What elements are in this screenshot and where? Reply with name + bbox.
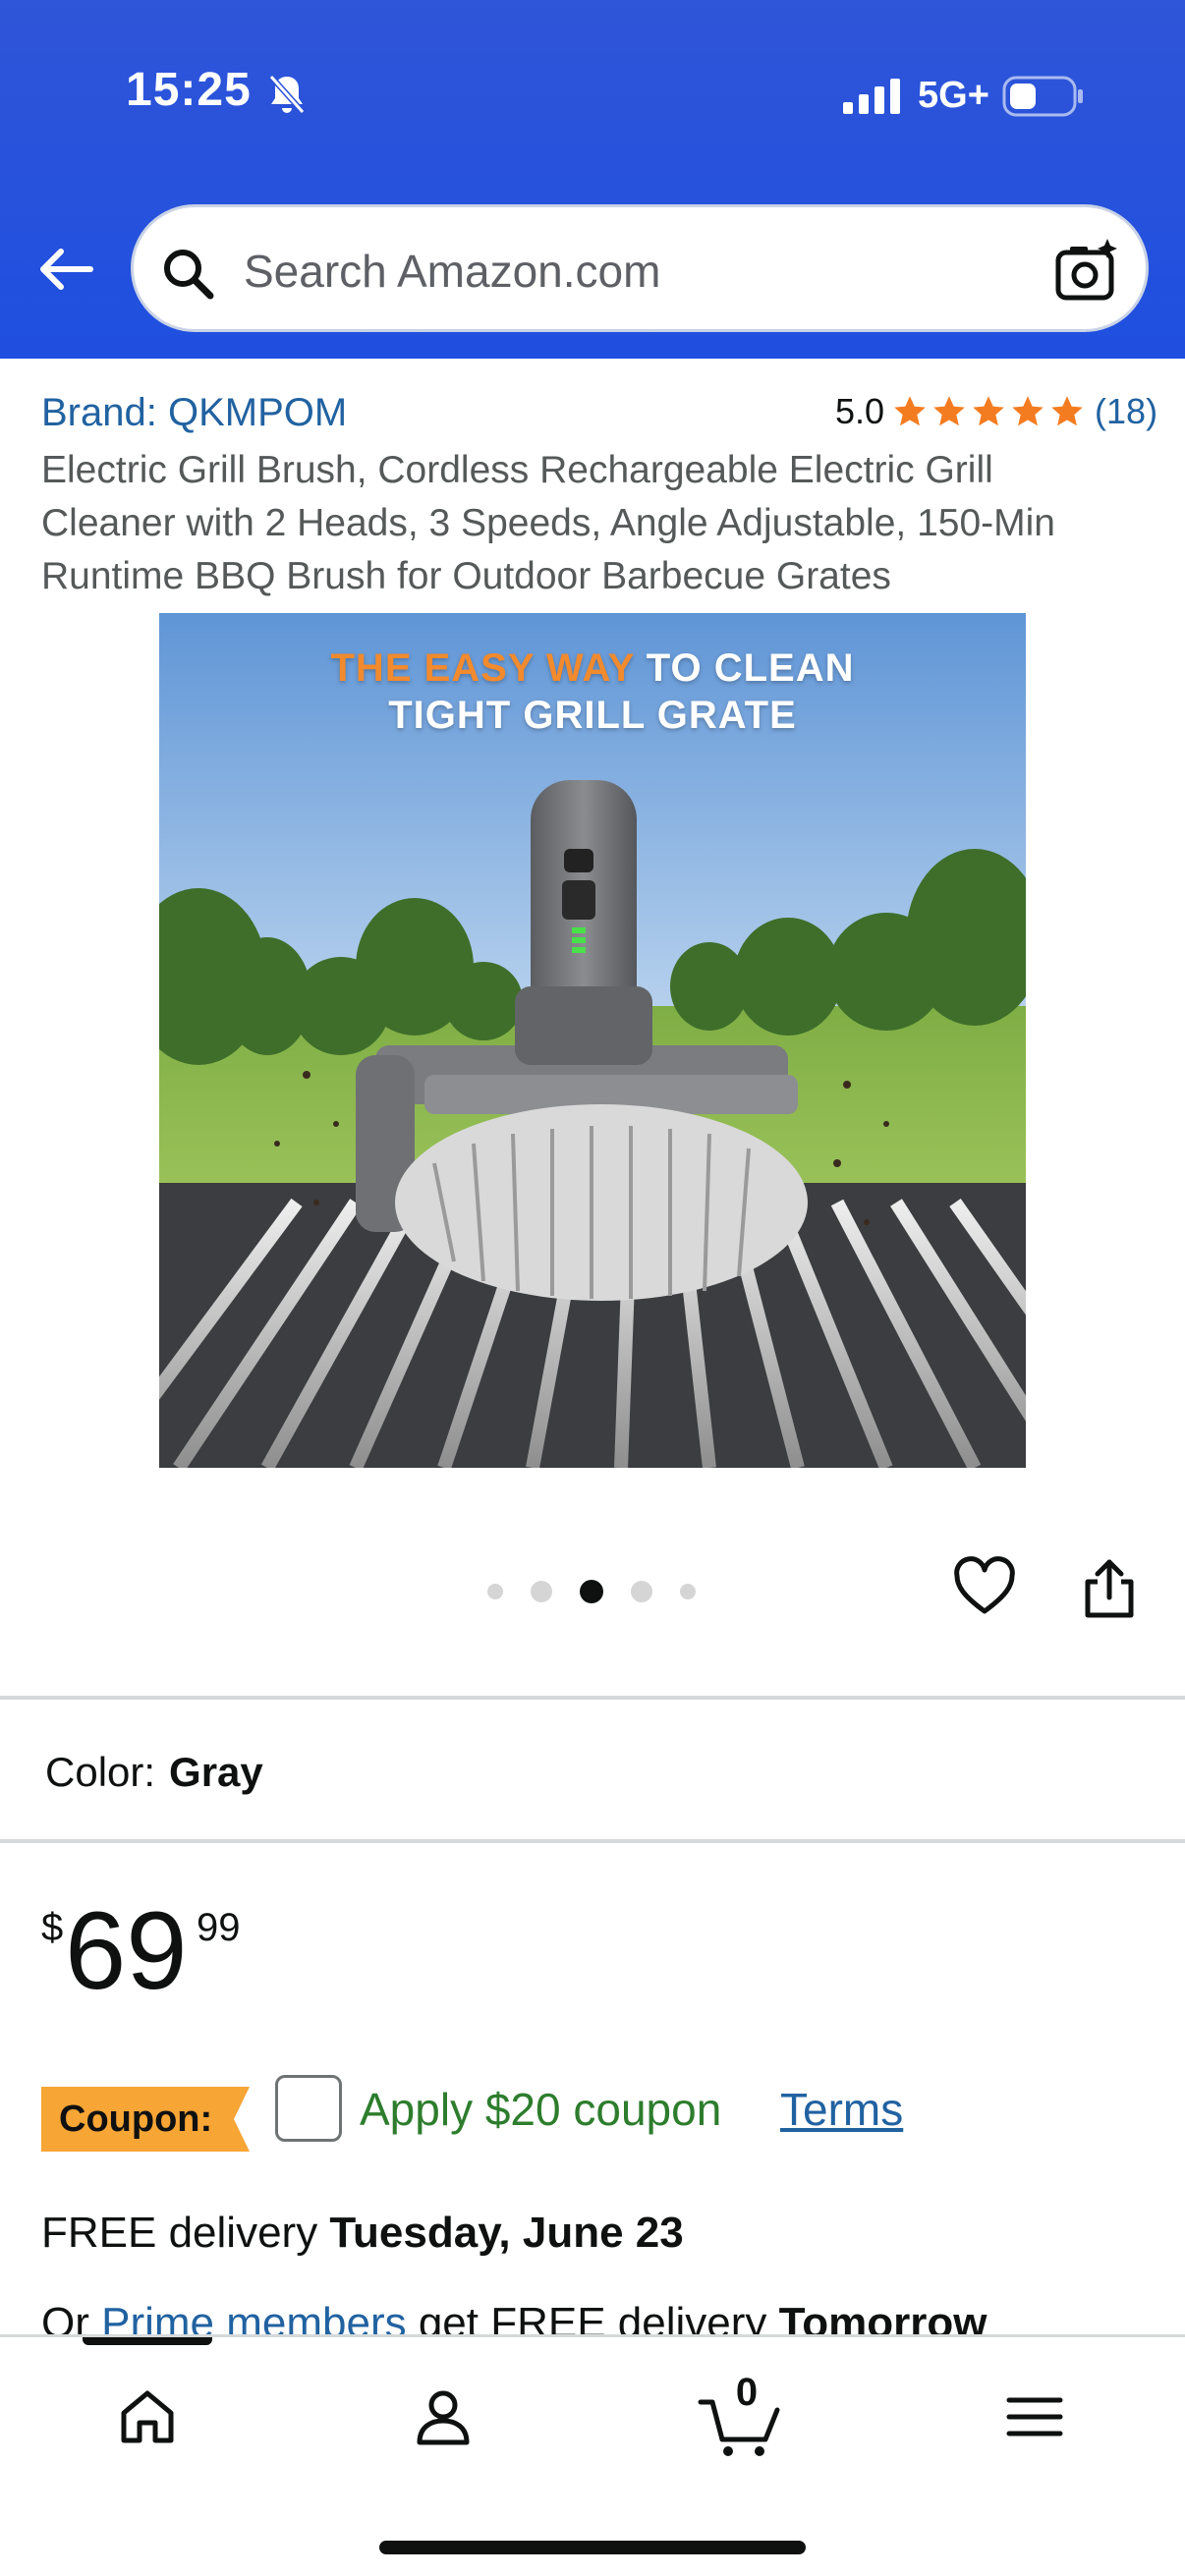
network-type: 5G+: [918, 75, 989, 116]
delivery-date: Tuesday, June 23: [329, 2209, 684, 2257]
bell-off-icon: [267, 73, 307, 121]
carousel-dots[interactable]: [487, 1580, 696, 1603]
rating-value: 5.0: [835, 391, 885, 431]
status-time: 15:25: [126, 64, 252, 116]
coupon-badge: Coupon:: [41, 2087, 250, 2152]
carousel-dot[interactable]: [631, 1581, 652, 1602]
carousel-dot[interactable]: [680, 1584, 696, 1599]
nav-menu[interactable]: [990, 2373, 1079, 2461]
color-value: Gray: [169, 1749, 263, 1795]
star-icon: [1051, 396, 1083, 426]
price-fraction: 99: [197, 1906, 241, 1949]
battery-icon: [1002, 76, 1085, 122]
divider: [0, 1696, 1185, 1700]
carousel-dot[interactable]: [531, 1581, 552, 1602]
back-arrow-icon: [40, 249, 93, 290]
home-icon: [121, 2390, 174, 2443]
home-indicator: [379, 2541, 806, 2554]
carousel-dot-active[interactable]: [580, 1580, 603, 1603]
coupon-label: Coupon:: [59, 2099, 213, 2140]
color-selector[interactable]: Color: Gray: [45, 1749, 263, 1796]
heart-icon[interactable]: [953, 1556, 1016, 1624]
star-icon: [1012, 396, 1044, 426]
search-icon: [161, 247, 216, 307]
star-icon: [933, 396, 965, 426]
rating-count[interactable]: (18): [1095, 391, 1157, 432]
share-icon[interactable]: [1078, 1556, 1141, 1624]
color-label: Color:: [45, 1749, 156, 1795]
search-input[interactable]: [244, 237, 1030, 306]
signal-icon: [843, 79, 904, 119]
apply-coupon-label[interactable]: Apply $20 coupon: [360, 2083, 721, 2136]
rating-summary[interactable]: 5.0 (18): [835, 391, 1157, 432]
cart-count: 0: [735, 2371, 759, 2414]
product-image[interactable]: THE EASY WAY TO CLEAN TIGHT GRILL GRATE: [159, 613, 1026, 1468]
nav-home[interactable]: [103, 2373, 192, 2461]
menu-icon: [1006, 2397, 1063, 2436]
brand-link[interactable]: Brand: QKMPOM: [41, 391, 347, 435]
price-whole: 69: [65, 1889, 188, 2012]
divider: [0, 1839, 1185, 1843]
back-button[interactable]: [33, 238, 96, 301]
nav-cart[interactable]: 0: [694, 2371, 788, 2461]
search-bar[interactable]: [131, 204, 1149, 332]
coupon-checkbox[interactable]: [275, 2075, 342, 2142]
coupon-terms-link[interactable]: Terms: [780, 2083, 903, 2136]
product-title: Electric Grill Brush, Cordless Rechargea…: [41, 449, 1055, 597]
camera-search-icon[interactable]: [1052, 237, 1121, 310]
delivery-info: FREE delivery Tuesday, June 23: [41, 2209, 684, 2257]
header: 15:25 5G+: [0, 0, 1185, 359]
account-icon: [417, 2390, 470, 2445]
nav-account[interactable]: [399, 2373, 487, 2461]
image-headline: THE EASY WAY TO CLEAN TIGHT GRILL GRATE: [330, 646, 855, 737]
active-tab-indicator: [83, 2337, 212, 2345]
product-image-illustration: [159, 613, 1026, 1468]
carousel-dot[interactable]: [487, 1584, 503, 1599]
price-currency: $: [41, 1906, 64, 1949]
star-icon: [973, 396, 1004, 426]
star-icon: [894, 396, 926, 426]
